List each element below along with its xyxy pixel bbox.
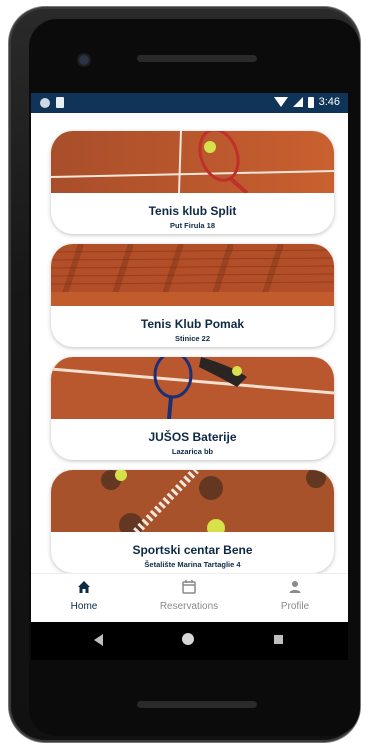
recents-icon[interactable]: [274, 635, 283, 644]
nav-profile-label: Profile: [280, 601, 310, 612]
club-address: Šetalište Marina Tartaglie 4: [144, 560, 241, 569]
club-image-balls: [51, 470, 334, 532]
nav-home-label: Home: [70, 601, 98, 612]
calendar-icon: [182, 580, 196, 594]
club-image-net: [51, 244, 334, 306]
back-icon[interactable]: [94, 634, 103, 646]
bottom-navigation: Home Reservations Profile: [31, 573, 348, 622]
club-name: JUŠOS Baterije: [148, 430, 237, 444]
status-bar: 3:46: [31, 93, 348, 113]
nav-profile[interactable]: Profile: [245, 579, 345, 612]
status-time: 3:46: [318, 96, 340, 108]
system-navigation-bar: [31, 622, 348, 660]
notification-dot-icon: [40, 97, 50, 108]
front-camera: [79, 55, 89, 65]
system-home-icon[interactable]: [182, 633, 194, 645]
nav-reservations[interactable]: Reservations: [139, 579, 239, 612]
club-address: Lazarica bb: [171, 447, 214, 456]
club-card[interactable]: Sportski centar Bene Šetalište Marina Ta…: [51, 470, 334, 573]
nav-home[interactable]: Home: [34, 579, 134, 612]
club-card[interactable]: Tenis Klub Pomak Stinice 22: [51, 244, 334, 347]
nav-reservations-label: Reservations: [159, 601, 219, 612]
app-screen: 3:46 Tenis klub Split Put Firula 18 Teni…: [31, 93, 348, 622]
bottom-speaker: [137, 701, 257, 708]
club-name: Tenis klub Split: [148, 204, 237, 218]
top-speaker: [137, 55, 257, 62]
wifi-icon: [273, 97, 288, 107]
club-card[interactable]: JUŠOS Baterije Lazarica bb: [51, 357, 334, 460]
club-address: Put Firula 18: [169, 221, 215, 230]
signal-icon: [292, 97, 303, 107]
club-name: Sportski centar Bene: [132, 543, 253, 557]
person-icon: [289, 581, 301, 593]
club-name: Tenis Klub Pomak: [140, 317, 245, 331]
club-address: Stinice 22: [174, 334, 211, 343]
club-card[interactable]: Tenis klub Split Put Firula 18: [51, 131, 334, 234]
club-image-player: [51, 357, 334, 419]
sim-card-icon: [56, 97, 64, 108]
home-icon: [78, 581, 90, 593]
club-image-racket: [51, 131, 334, 193]
battery-icon: [307, 96, 314, 108]
